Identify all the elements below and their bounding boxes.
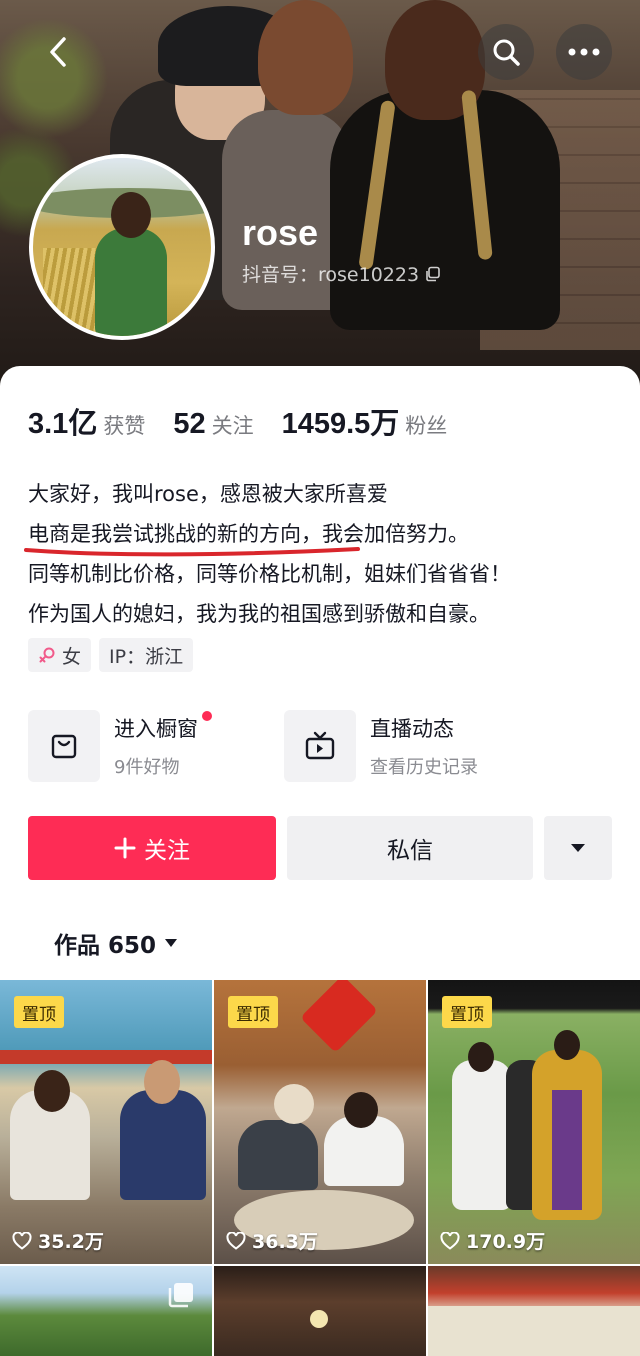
shop-subtitle: 9件好物: [114, 757, 180, 778]
caret-down-icon: [165, 939, 178, 947]
video-thumbnail[interactable]: 置顶 35.2万: [0, 980, 212, 1264]
more-actions-button[interactable]: [544, 816, 612, 880]
tab-works[interactable]: 作品 650: [54, 926, 178, 960]
female-icon: [39, 647, 55, 663]
back-button[interactable]: [40, 34, 76, 70]
heart-icon: [440, 1231, 460, 1250]
tv-icon: [305, 731, 335, 760]
pinned-badge: 置顶: [228, 996, 278, 1028]
stats-row: 3.1亿 获赞 52 关注 1459.5万 粉丝: [28, 400, 475, 442]
video-thumbnail[interactable]: 置顶 36.3万: [214, 980, 426, 1264]
video-likes: 36.3万: [226, 1227, 318, 1254]
video-likes-count: 170.9万: [466, 1231, 546, 1253]
followers-label[interactable]: 粉丝: [405, 410, 447, 440]
avatar[interactable]: [29, 154, 215, 340]
shop-icon-box: [28, 710, 100, 782]
pinned-badge: 置顶: [14, 996, 64, 1028]
bio-line-text: 电商是我尝试挑战的新的方向，我会加倍努力。: [28, 522, 469, 546]
likes-count: 3.1亿: [28, 408, 98, 440]
more-dots-icon: [568, 48, 600, 56]
plus-icon: [114, 837, 136, 859]
video-grid: 置顶 35.2万 置顶 36.3万 置顶 170.9万: [0, 980, 640, 1356]
douyin-id-text: 抖音号：rose10223: [242, 264, 420, 286]
video-thumbnail[interactable]: [428, 1266, 640, 1356]
gender-text: 女: [62, 645, 82, 668]
bio: 大家好，我叫rose，感恩被大家所喜爱 电商是我尝试挑战的新的方向，我会加倍努力…: [24, 474, 618, 634]
ip-text: IP：浙江: [109, 645, 184, 668]
video-thumbnail[interactable]: [214, 1266, 426, 1356]
profile-tags: 女 IP：浙江: [28, 638, 194, 672]
following-count[interactable]: 52: [173, 408, 205, 441]
live-history-entry[interactable]: 直播动态 查看历史记录: [284, 710, 478, 782]
douyin-id[interactable]: 抖音号：rose10223: [242, 260, 441, 287]
profile-card: 3.1亿 获赞 52 关注 1459.5万 粉丝 大家好，我叫rose，感恩被大…: [0, 366, 640, 1356]
message-button[interactable]: 私信: [287, 816, 533, 880]
follow-label: 关注: [144, 838, 190, 864]
cover-child-head: [258, 0, 353, 115]
username: rose: [242, 212, 319, 253]
bio-line: 大家好，我叫rose，感恩被大家所喜爱: [28, 482, 388, 506]
pinned-badge: 置顶: [442, 996, 492, 1028]
bio-line-highlighted: 电商是我尝试挑战的新的方向，我会加倍努力。: [24, 514, 618, 557]
cover-woman: [330, 90, 560, 330]
multi-image-icon: [168, 1283, 193, 1308]
heart-icon: [12, 1231, 32, 1250]
bio-line: 作为国人的媳妇，我为我的祖国感到骄傲和自豪。: [28, 602, 490, 626]
live-title: 直播动态: [370, 717, 454, 741]
likes-label: 获赞: [103, 414, 146, 438]
shopping-bag-icon: [51, 734, 77, 759]
gender-tag: 女: [28, 638, 92, 672]
copy-icon[interactable]: [425, 266, 441, 282]
video-likes: 170.9万: [440, 1227, 545, 1254]
followers-count[interactable]: 1459.5万: [282, 400, 400, 442]
notification-dot: [202, 711, 212, 721]
video-thumbnail[interactable]: [0, 1266, 212, 1356]
works-label: 作品 650: [54, 933, 157, 959]
video-thumbnail[interactable]: 置顶 170.9万: [428, 980, 640, 1264]
more-options-button[interactable]: [556, 24, 612, 80]
shop-title: 进入橱窗: [114, 717, 198, 741]
search-button[interactable]: [478, 24, 534, 80]
follow-button[interactable]: 关注: [28, 816, 276, 880]
search-icon: [493, 39, 520, 66]
live-subtitle: 查看历史记录: [370, 757, 478, 778]
heart-icon: [226, 1231, 246, 1250]
video-likes: 35.2万: [12, 1227, 104, 1254]
shop-window-entry[interactable]: 进入橱窗 9件好物: [28, 710, 212, 782]
message-label: 私信: [387, 838, 433, 864]
video-likes-count: 35.2万: [38, 1231, 104, 1253]
live-icon-box: [284, 710, 356, 782]
ip-tag: IP：浙江: [99, 638, 194, 672]
bio-line: 同等机制比价格，同等价格比机制，姐妹们省省省！: [28, 562, 511, 586]
following-label[interactable]: 关注: [212, 410, 254, 440]
video-likes-count: 36.3万: [252, 1231, 318, 1253]
chevron-left-icon: [50, 37, 66, 67]
caret-down-icon: [571, 844, 585, 852]
